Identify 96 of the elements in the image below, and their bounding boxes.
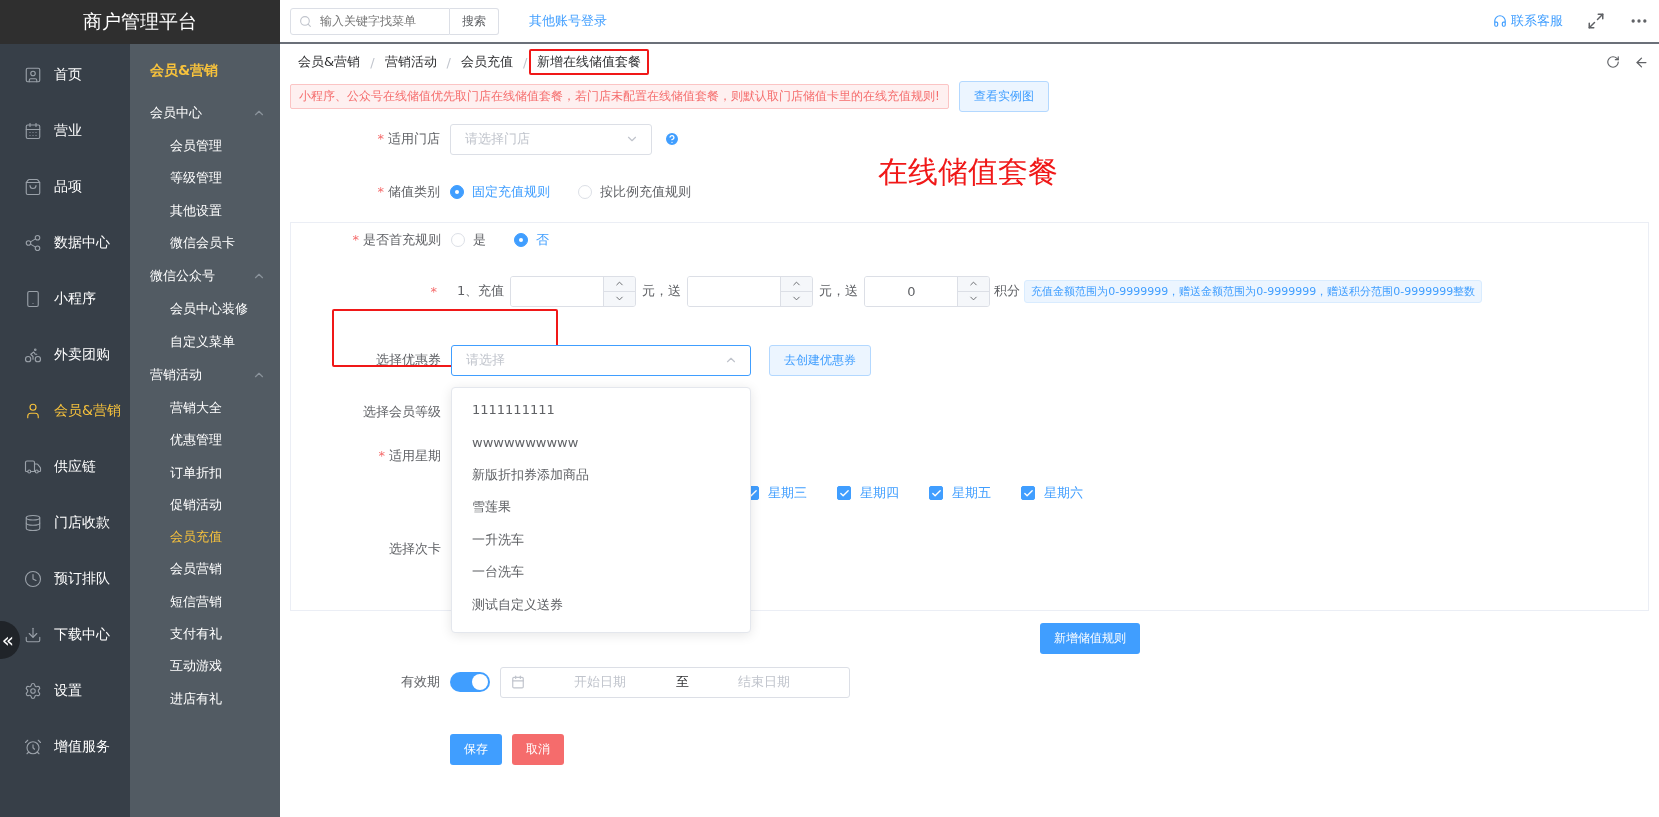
radio-option[interactable]: 按比例充值规则 <box>578 183 691 201</box>
submenu-item[interactable]: 会员营销 <box>130 553 280 586</box>
breadcrumb-separator: / <box>446 54 451 70</box>
field-label: 适用门店 <box>388 131 440 146</box>
field-label: 有效期 <box>401 674 440 689</box>
date-range-field[interactable]: 开始日期 至 结束日期 <box>500 666 850 698</box>
breadcrumb-item[interactable]: 会员充值 <box>452 49 521 75</box>
search-button[interactable]: 搜索 <box>450 7 499 35</box>
nav-item[interactable]: 供应链 <box>24 439 96 495</box>
submenu-item[interactable]: 促销活动 <box>130 488 280 521</box>
nav-item[interactable]: 设置 <box>24 663 82 719</box>
refresh-icon[interactable] <box>1606 55 1620 69</box>
submenu-item[interactable]: 微信会员卡 <box>130 226 280 260</box>
nav-item[interactable]: 品项 <box>24 159 82 215</box>
nav-icon <box>24 122 42 140</box>
submenu-item[interactable]: 互动游戏 <box>130 650 280 683</box>
radio-option[interactable]: 是 <box>451 231 486 249</box>
nav-item[interactable]: 增值服务 <box>24 719 110 775</box>
menu-group[interactable]: 会员中心 <box>130 96 280 130</box>
field-label: 是否首充规则 <box>363 232 441 247</box>
number-stepper[interactable] <box>510 275 637 307</box>
nav-icon <box>24 346 42 364</box>
calendar-icon <box>511 675 525 689</box>
number-stepper[interactable] <box>687 275 814 307</box>
unit-label: 元，送 <box>819 282 859 300</box>
nav-icon <box>24 514 42 532</box>
nav-item[interactable]: 会员&营销 <box>24 383 121 439</box>
submenu-item[interactable]: 会员中心装修 <box>130 293 280 326</box>
nav-item[interactable]: 小程序 <box>24 271 96 327</box>
nav-item[interactable]: 预订排队 <box>24 551 110 607</box>
field-label: 选择会员等级 <box>363 404 441 419</box>
nav-icon <box>24 626 42 644</box>
submenu-item[interactable]: 支付有礼 <box>130 617 280 651</box>
menu-group[interactable]: 营销活动 <box>130 357 280 392</box>
headset-icon <box>1493 14 1507 28</box>
nav-item[interactable]: 营业 <box>24 103 82 159</box>
annotation-title: 在线储值套餐 <box>878 153 1058 191</box>
submenu-item[interactable]: 营销大全 <box>130 391 280 425</box>
dropdown-option[interactable]: 测试自定义送券 <box>452 588 750 621</box>
app-title: 商户管理平台 <box>0 0 280 44</box>
required-asterisk: * <box>430 283 437 299</box>
nav-icon <box>24 570 42 588</box>
submenu-item[interactable]: 会员充值 <box>130 520 280 554</box>
nav-item[interactable]: 首页 <box>24 47 82 103</box>
field-label: 选择次卡 <box>389 541 441 556</box>
required-asterisk: * <box>378 448 385 463</box>
dropdown-option[interactable]: 一升洗车 <box>452 523 750 556</box>
fullscreen-icon[interactable] <box>1587 12 1605 30</box>
help-icon[interactable] <box>664 131 680 147</box>
field-label: 选择优惠券 <box>376 352 441 367</box>
nav-icon <box>24 178 42 196</box>
nav-icon <box>24 682 42 700</box>
back-icon[interactable] <box>1634 54 1649 70</box>
nav-icon <box>24 66 42 84</box>
unit-label: 积分 <box>994 282 1021 300</box>
submenu-item[interactable]: 会员管理 <box>130 130 280 163</box>
required-asterisk: * <box>352 232 359 247</box>
nav-icon <box>24 402 42 420</box>
breadcrumb-item[interactable]: 营销活动 <box>376 49 445 75</box>
required-asterisk: * <box>377 131 384 146</box>
required-asterisk: * <box>377 184 384 199</box>
submenu-item[interactable]: 进店有礼 <box>130 682 280 715</box>
number-stepper[interactable]: 0 <box>864 275 991 307</box>
submenu-item[interactable]: 自定义菜单 <box>130 325 280 358</box>
toggle-switch[interactable] <box>450 672 490 692</box>
notice-banner: 小程序、公众号在线储值优先取门店在线储值套餐，若门店未配置在线储值套餐，则默认取门店储值卡里的在线充值规则! <box>290 83 949 109</box>
breadcrumb-item[interactable]: 新增在线储值套餐 <box>529 49 650 75</box>
nav-item[interactable]: 外卖团购 <box>24 327 110 383</box>
field-label: 储值类别 <box>388 184 440 199</box>
nav-item[interactable]: 门店收款 <box>24 495 110 551</box>
dropdown-option[interactable]: wwwwwwwwww <box>452 426 750 459</box>
submenu-item[interactable]: 短信营销 <box>130 585 280 618</box>
range-tip: 充值金额范围为0-9999999，赠送金额范围为0-9999999，赠送积分范围0-9999999整数 <box>1024 279 1483 303</box>
nav-icon <box>24 290 42 308</box>
nav-item[interactable]: 下载中心 <box>24 607 110 663</box>
unit-label: 元，送 <box>642 282 682 300</box>
search-icon <box>299 14 312 28</box>
breadcrumb-separator: / <box>370 54 375 70</box>
breadcrumb-separator: / <box>522 54 528 70</box>
breadcrumb-item[interactable]: 会员&营销 <box>290 49 369 75</box>
collapse-button[interactable]: « <box>0 621 20 659</box>
nav-icon <box>24 458 42 476</box>
dropdown-option[interactable]: 一台洗车 <box>452 556 750 589</box>
submenu-item[interactable]: 其他设置 <box>130 194 280 227</box>
search-field[interactable]: 输入关键字找菜单 <box>290 7 450 35</box>
submenu-item[interactable]: 订单折扣 <box>130 456 280 489</box>
dropdown-option[interactable]: 1111111111 <box>452 393 750 426</box>
section-title: 会员&营销 <box>149 61 220 80</box>
nav-item[interactable]: 数据中心 <box>24 215 110 271</box>
nav-icon <box>24 738 42 756</box>
nav-icon <box>24 234 42 252</box>
menu-group[interactable]: 微信公众号 <box>130 259 280 294</box>
submenu-item[interactable]: 等级管理 <box>130 162 280 195</box>
submenu-item[interactable]: 优惠管理 <box>130 424 280 457</box>
field-label: 1、充值 <box>457 282 505 300</box>
field-label: 适用星期 <box>389 448 441 463</box>
